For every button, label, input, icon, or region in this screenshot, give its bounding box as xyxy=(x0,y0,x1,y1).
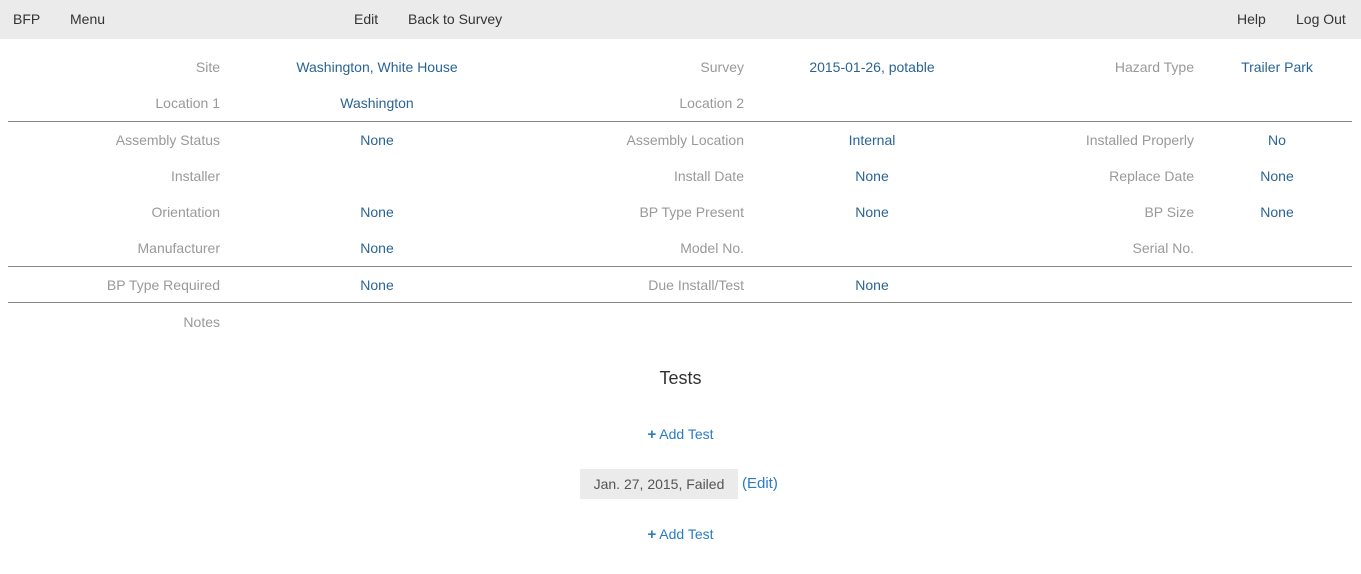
install-date-value: None xyxy=(855,168,889,184)
assembly-status-label: Assembly Status xyxy=(115,132,220,148)
brand-link[interactable]: BFP xyxy=(13,10,40,28)
add-test-row-top: + Add Test xyxy=(0,425,1361,444)
installer-label: Installer xyxy=(170,168,220,184)
bp-type-required-value: None xyxy=(360,277,394,293)
assembly-status-value: None xyxy=(360,132,394,148)
orientation-value: None xyxy=(360,204,394,220)
edit-test-link[interactable]: (Edit) xyxy=(742,475,778,493)
add-test-button[interactable]: + Add Test xyxy=(647,426,714,443)
model-label: Model No. xyxy=(680,240,744,256)
survey-link[interactable]: 2015-01-26, potable xyxy=(757,58,987,76)
manufacturer-label: Manufacturer xyxy=(137,240,220,256)
bp-type-present-label: BP Type Present xyxy=(639,204,744,220)
replace-date-label: Replace Date xyxy=(1109,168,1194,184)
orientation-label: Orientation xyxy=(151,204,220,220)
assembly-location-label: Assembly Location xyxy=(626,132,744,148)
divider xyxy=(8,121,1352,122)
plus-icon: + xyxy=(647,526,657,543)
bp-type-required-label: BP Type Required xyxy=(106,277,220,293)
survey-label: Survey xyxy=(700,59,744,75)
location2-label: Location 2 xyxy=(679,95,744,111)
logout-link[interactable]: Log Out xyxy=(1296,10,1346,28)
location1-value: Washington xyxy=(340,95,414,111)
replace-date-value: None xyxy=(1260,168,1294,184)
installed-properly-value: No xyxy=(1268,132,1286,148)
menu-button[interactable]: Menu xyxy=(70,10,105,28)
assembly-location-value: Internal xyxy=(848,132,896,148)
help-link[interactable]: Help xyxy=(1237,10,1266,28)
top-navbar: BFP Menu Edit Back to Survey Help Log Ou… xyxy=(0,0,1361,39)
plus-icon: + xyxy=(647,426,657,443)
back-to-survey-link[interactable]: Back to Survey xyxy=(408,10,502,28)
installed-properly-label: Installed Properly xyxy=(1085,132,1194,148)
bp-size-label: BP Size xyxy=(1144,204,1194,220)
add-test-label: Add Test xyxy=(659,426,714,442)
hazard-type-value[interactable]: Trailer Park xyxy=(1207,58,1347,76)
hazard-type-label: Hazard Type xyxy=(1114,59,1194,75)
location1-label: Location 1 xyxy=(155,95,220,111)
test-summary[interactable]: Jan. 27, 2015, Failed xyxy=(580,469,738,499)
site-link[interactable]: Washington, White House xyxy=(262,58,492,76)
site-label: Site xyxy=(195,59,220,75)
due-install-test-label: Due Install/Test xyxy=(648,277,744,293)
bp-size-value: None xyxy=(1260,204,1294,220)
divider xyxy=(8,302,1352,303)
divider xyxy=(8,266,1352,267)
add-test-label: Add Test xyxy=(659,526,714,542)
serial-label: Serial No. xyxy=(1132,240,1194,256)
add-test-row-bottom: + Add Test xyxy=(0,525,1361,544)
bp-type-present-value: None xyxy=(855,204,889,220)
add-test-button[interactable]: + Add Test xyxy=(647,526,714,543)
notes-label: Notes xyxy=(183,314,220,330)
manufacturer-value: None xyxy=(360,240,394,256)
due-install-test-value: None xyxy=(855,277,889,293)
tests-heading: Tests xyxy=(659,368,702,388)
install-date-label: Install Date xyxy=(673,168,744,184)
edit-link[interactable]: Edit xyxy=(354,10,378,28)
